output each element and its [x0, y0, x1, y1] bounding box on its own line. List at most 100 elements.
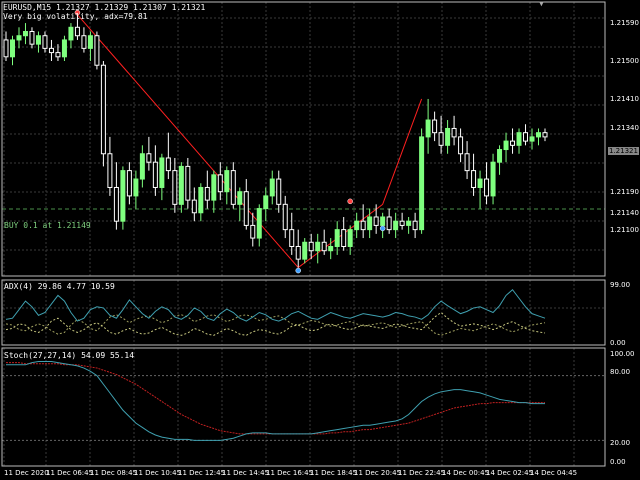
- candle-body: [282, 203, 288, 231]
- candle-body: [61, 39, 67, 58]
- candle-body: [373, 216, 379, 226]
- candle-body: [165, 157, 171, 172]
- adx-scale-bottom: 0.00: [610, 339, 626, 347]
- candle-body: [107, 153, 113, 188]
- candle-body: [367, 216, 373, 231]
- price-tick-label: 1.21140: [610, 208, 639, 217]
- candle-body: [42, 35, 48, 49]
- candle-body: [256, 208, 262, 239]
- adx-scale-top: 99.00: [610, 281, 631, 289]
- time-tick-label: 14 Dec 00:45: [442, 469, 490, 477]
- candle-body: [471, 170, 477, 188]
- candle-body: [477, 178, 483, 188]
- candle-body: [412, 220, 418, 231]
- candle-body: [380, 216, 386, 226]
- price-tick-label: 1.21340: [610, 124, 639, 133]
- current-price-tag: 1.21321: [608, 147, 639, 155]
- candle-body: [328, 245, 334, 252]
- time-tick-label: 11 Dec 10:45: [134, 469, 182, 477]
- time-tick-label: 11 Dec 18:45: [310, 469, 358, 477]
- candle-body: [302, 241, 308, 260]
- symbol-info: EURUSD,M15 1.21327 1.21329 1.21307 1.213…: [3, 3, 206, 12]
- candle-body: [22, 31, 28, 37]
- candle-body: [3, 39, 9, 58]
- candle-body: [146, 153, 152, 163]
- price-tick-label: 1.21410: [610, 94, 639, 103]
- candle-body: [516, 132, 522, 146]
- candle-body: [55, 52, 61, 58]
- candle-body: [48, 47, 54, 54]
- candle-body: [74, 26, 80, 37]
- time-tick-label: 14 Dec 04:45: [530, 469, 578, 477]
- time-tick-label: 11 Dec 12:45: [178, 469, 226, 477]
- stoch-label: Stoch(27,27,14) 54.09 55.14: [4, 351, 135, 360]
- candle-body: [386, 216, 392, 231]
- candle-body: [425, 119, 431, 138]
- candle-body: [243, 191, 249, 226]
- stoch-level-0: 0.00: [610, 458, 626, 466]
- price-tick-label: 1.21590: [610, 19, 639, 28]
- candle-body: [94, 35, 100, 66]
- candle-body: [393, 220, 399, 231]
- stoch-level-80: 80.00: [610, 368, 631, 376]
- candle-body: [308, 241, 314, 252]
- stoch-level-100: 100.00: [610, 350, 635, 358]
- candle-body: [113, 186, 119, 222]
- candle-body: [172, 170, 178, 205]
- candle-body: [100, 64, 106, 155]
- adx-label: ADX(4) 29.86 4.77 10.59: [4, 282, 115, 291]
- chart-background: [0, 0, 640, 480]
- candle-body: [250, 224, 256, 239]
- candle-body: [16, 35, 22, 41]
- buy-marker-icon: [295, 267, 301, 274]
- candle-body: [269, 178, 275, 197]
- triangle-down-icon[interactable]: ▼: [539, 0, 544, 8]
- candle-body: [464, 153, 470, 172]
- candle-body: [523, 132, 529, 142]
- candle-body: [289, 229, 295, 247]
- candle-body: [484, 178, 490, 197]
- time-tick-label: 11 Dec 16:45: [266, 469, 314, 477]
- stoch-level-20: 20.00: [610, 439, 631, 447]
- candle-body: [204, 186, 210, 201]
- candle-body: [9, 39, 15, 58]
- candle-body: [529, 136, 535, 142]
- candle-body: [419, 136, 425, 231]
- candle-body: [87, 35, 93, 49]
- candle-body: [126, 170, 132, 197]
- candle-body: [315, 241, 321, 252]
- candle-body: [35, 35, 41, 45]
- candle-body: [211, 174, 217, 201]
- candle-body: [295, 245, 301, 260]
- price-tick-label: 1.21100: [610, 225, 639, 234]
- candle-body: [341, 229, 347, 247]
- candle-body: [438, 132, 444, 146]
- candle-body: [81, 35, 87, 49]
- candle-body: [451, 127, 457, 138]
- candle-body: [230, 170, 236, 205]
- volatility-comment: Very big volatility, adx=79.81: [3, 12, 148, 21]
- candle-body: [120, 170, 126, 222]
- candle-body: [497, 149, 503, 163]
- candle-body: [406, 220, 412, 226]
- candle-body: [152, 161, 158, 188]
- trading-chart[interactable]: [0, 0, 640, 480]
- candle-body: [237, 191, 243, 205]
- candle-body: [224, 170, 230, 193]
- candle-body: [29, 31, 35, 45]
- candle-body: [360, 220, 366, 231]
- price-tick-label: 1.21190: [610, 187, 639, 196]
- candle-body: [354, 220, 360, 231]
- time-tick-label: 11 Dec 14:45: [222, 469, 270, 477]
- candle-body: [159, 157, 165, 188]
- candle-body: [490, 161, 496, 197]
- candle-body: [510, 140, 516, 146]
- sell-marker-icon: [347, 198, 353, 205]
- time-tick-label: 14 Dec 02:45: [486, 469, 534, 477]
- time-tick-label: 11 Dec 06:45: [46, 469, 94, 477]
- candle-body: [191, 199, 197, 214]
- candle-body: [68, 26, 74, 41]
- order-label: BUY 0.1 at 1.21149: [4, 221, 91, 230]
- time-tick-label: 11 Dec 08:45: [90, 469, 138, 477]
- time-tick-label: 11 Dec 22:45: [398, 469, 446, 477]
